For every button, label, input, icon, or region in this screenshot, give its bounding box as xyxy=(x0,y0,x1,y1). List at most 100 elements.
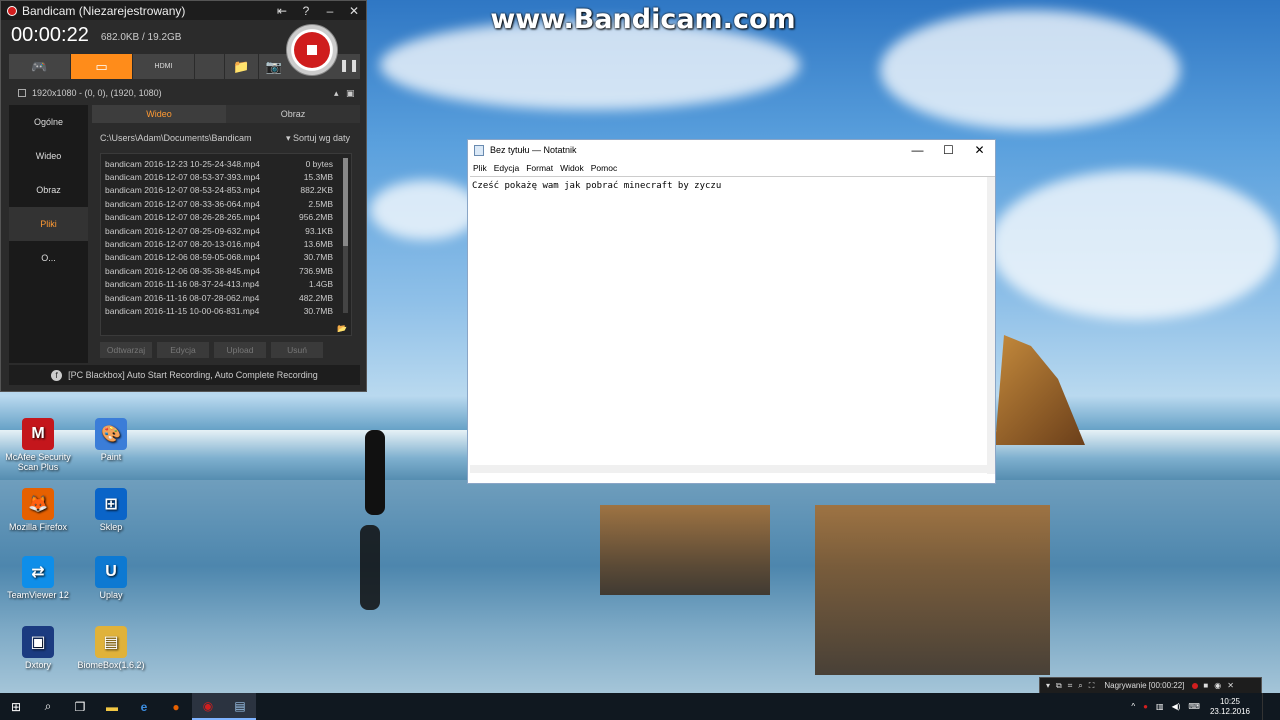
file-explorer-icon[interactable]: ▬ xyxy=(96,693,128,720)
window-icon[interactable]: ⧉ xyxy=(1056,681,1062,691)
files-panel: Wideo Obraz C:\Users\Adam\Documents\Band… xyxy=(92,105,360,363)
game-mode-icon[interactable]: 🎮 xyxy=(9,54,71,79)
sort-dropdown[interactable]: ▾ Sortuj wg daty xyxy=(286,133,350,144)
menu-help[interactable]: Pomoc xyxy=(590,163,618,173)
volume-icon[interactable]: ◀) xyxy=(1172,702,1181,711)
bandicam-taskbar-icon[interactable]: ◉ xyxy=(192,693,224,720)
network-icon[interactable]: ▥ xyxy=(1156,702,1164,711)
cloud xyxy=(880,10,1180,130)
pause-icon[interactable]: ❚❚ xyxy=(339,58,359,72)
firefox-icon[interactable]: ● xyxy=(160,693,192,720)
resolution-checkbox[interactable] xyxy=(18,89,26,97)
file-row[interactable]: bandicam 2016-12-06 08-35-38-845.mp4 736.… xyxy=(101,264,351,277)
hdmi-mode-icon[interactable]: HDMI xyxy=(133,54,195,79)
file-name: bandicam 2016-12-23 10-25-24-348.mp4 xyxy=(105,158,260,169)
desktop-icon[interactable]: M McAfee Security Scan Plus xyxy=(0,418,76,472)
folder-icon[interactable]: 📁 xyxy=(225,54,259,79)
file-row[interactable]: bandicam 2016-12-07 08-25-09-632.mp4 93.1… xyxy=(101,224,351,237)
menu-view[interactable]: Widok xyxy=(559,163,585,173)
menu-edit[interactable]: Edycja xyxy=(493,163,521,173)
search-icon[interactable]: ⌕ xyxy=(32,693,64,720)
close-icon[interactable]: ✕ xyxy=(342,4,366,18)
show-desktop-button[interactable] xyxy=(1262,693,1280,720)
file-row[interactable]: bandicam 2016-12-07 08-53-37-393.mp4 15.3… xyxy=(101,170,351,183)
file-row[interactable]: bandicam 2016-11-16 08-07-28-062.mp4 482.… xyxy=(101,291,351,304)
desktop-icon-label: Uplay xyxy=(99,590,123,600)
tray-overflow-icon[interactable]: ^ xyxy=(1131,702,1135,711)
desktop-icon[interactable]: 🦊 Mozilla Firefox xyxy=(0,488,76,532)
horizontal-scrollbar[interactable] xyxy=(470,465,987,473)
file-actions: Odtwarzaj Edycja Upload Usuń xyxy=(100,342,325,358)
edit-button[interactable]: Edycja xyxy=(157,342,209,358)
file-row[interactable]: bandicam 2016-12-07 08-26-28-265.mp4 956.… xyxy=(101,211,351,224)
file-row[interactable]: bandicam 2016-12-23 10-25-24-348.mp4 0 by… xyxy=(101,157,351,170)
vertical-scrollbar[interactable] xyxy=(987,177,995,474)
fullscreen-icon[interactable]: ⛶ xyxy=(1089,681,1095,691)
app-icon: 🎨 xyxy=(95,418,127,450)
screen-mode-icon[interactable]: ▭ xyxy=(71,54,133,79)
scroll-thumb[interactable] xyxy=(343,158,348,246)
bandicam-watermark: www.Bandicam.com xyxy=(490,4,796,35)
camera-icon[interactable]: ◉ xyxy=(1214,681,1221,690)
clock[interactable]: 10:25 23.12.2016 xyxy=(1210,697,1250,717)
menu-file[interactable]: Plik xyxy=(472,163,488,173)
notepad-titlebar[interactable]: Bez tytułu — Notatnik — ☐ ✕ xyxy=(468,140,995,160)
file-row[interactable]: bandicam 2016-12-06 08-59-05-068.mp4 30.7… xyxy=(101,251,351,264)
collapse-icon[interactable]: ⇤ xyxy=(270,4,294,18)
delete-button[interactable]: Usuń xyxy=(271,342,323,358)
file-name: bandicam 2016-11-16 08-07-28-062.mp4 xyxy=(105,292,260,303)
record-icon[interactable] xyxy=(1192,682,1199,689)
sidebar-item-video[interactable]: Wideo xyxy=(9,139,88,173)
start-icon[interactable]: ⊞ xyxy=(0,693,32,720)
file-list-scrollbar[interactable] xyxy=(343,158,348,313)
notepad-text-area[interactable]: Cześć pokażę wam jak pobrać minecraft by… xyxy=(470,176,995,474)
footer-text: [PC Blackbox] Auto Start Recording, Auto… xyxy=(68,370,318,380)
camera-icon[interactable]: 📷 xyxy=(259,54,289,79)
desktop-icon[interactable]: 🎨 Paint xyxy=(73,418,149,462)
desktop-icon-label: Dxtory xyxy=(24,660,51,670)
search-icon[interactable]: ⌕ xyxy=(1078,681,1082,691)
desktop-icon[interactable]: U Uplay xyxy=(73,556,149,600)
bandicam-title: Bandicam (Niezarejestrowany) xyxy=(22,3,186,18)
desktop-icon[interactable]: ⊞ Sklep xyxy=(73,488,149,532)
task-view-icon[interactable]: ❐ xyxy=(64,693,96,720)
runner-reflection xyxy=(360,525,380,610)
record-stop-button[interactable] xyxy=(286,24,338,76)
desktop-icon[interactable]: ▣ Dxtory xyxy=(0,626,76,670)
close-icon[interactable]: ✕ xyxy=(964,143,995,157)
window-icon[interactable]: ▣ xyxy=(346,88,360,99)
collapse-up-icon[interactable]: ▴ xyxy=(334,88,346,99)
file-row[interactable]: bandicam 2016-12-07 08-20-13-016.mp4 13.6… xyxy=(101,237,351,250)
tab-video[interactable]: Wideo xyxy=(92,105,226,123)
chevron-down-icon[interactable]: ▾ xyxy=(1046,681,1050,690)
file-row[interactable]: bandicam 2016-11-15 10-00-06-831.mp4 30.7… xyxy=(101,304,351,317)
stop-icon[interactable]: ■ xyxy=(1203,681,1208,690)
crop-icon[interactable]: ⌗ xyxy=(1068,681,1073,691)
sidebar-item-image[interactable]: Obraz xyxy=(9,173,88,207)
play-button[interactable]: Odtwarzaj xyxy=(100,342,152,358)
desktop-icon[interactable]: ⇄ TeamViewer 12 xyxy=(0,556,76,600)
sidebar-item-files[interactable]: Pliki xyxy=(9,207,88,241)
file-row[interactable]: bandicam 2016-12-07 08-53-24-853.mp4 882.… xyxy=(101,184,351,197)
file-row[interactable]: bandicam 2016-12-07 08-33-36-064.mp4 2.5M… xyxy=(101,197,351,210)
notepad-taskbar-icon[interactable]: ▤ xyxy=(224,693,256,720)
upload-button[interactable]: Upload xyxy=(214,342,266,358)
sidebar-item-about[interactable]: O... xyxy=(9,241,88,275)
bandicam-titlebar[interactable]: Bandicam (Niezarejestrowany) ⇤ ? – ✕ xyxy=(1,1,366,20)
minimize-icon[interactable]: – xyxy=(318,4,342,18)
file-row[interactable]: bandicam 2016-11-16 08-37-24-413.mp4 1.4G… xyxy=(101,278,351,291)
open-folder-icon[interactable]: 📂 xyxy=(337,324,347,333)
rock-reflection xyxy=(600,505,770,595)
keyboard-icon[interactable]: ⌨ xyxy=(1188,702,1200,711)
edge-icon[interactable]: e xyxy=(128,693,160,720)
maximize-icon[interactable]: ☐ xyxy=(933,143,964,157)
close-icon[interactable]: ✕ xyxy=(1227,681,1234,690)
desktop-icon-label: Sklep xyxy=(99,522,123,532)
minimize-icon[interactable]: — xyxy=(902,143,933,157)
tab-image[interactable]: Obraz xyxy=(226,105,360,123)
sidebar-item-general[interactable]: Ogólne xyxy=(9,105,88,139)
desktop-icon[interactable]: ▤ BiomeBox(1.6.2) xyxy=(73,626,149,670)
help-icon[interactable]: ? xyxy=(294,4,318,18)
menu-format[interactable]: Format xyxy=(525,163,554,173)
bandicam-tray-icon[interactable]: ● xyxy=(1143,702,1148,711)
